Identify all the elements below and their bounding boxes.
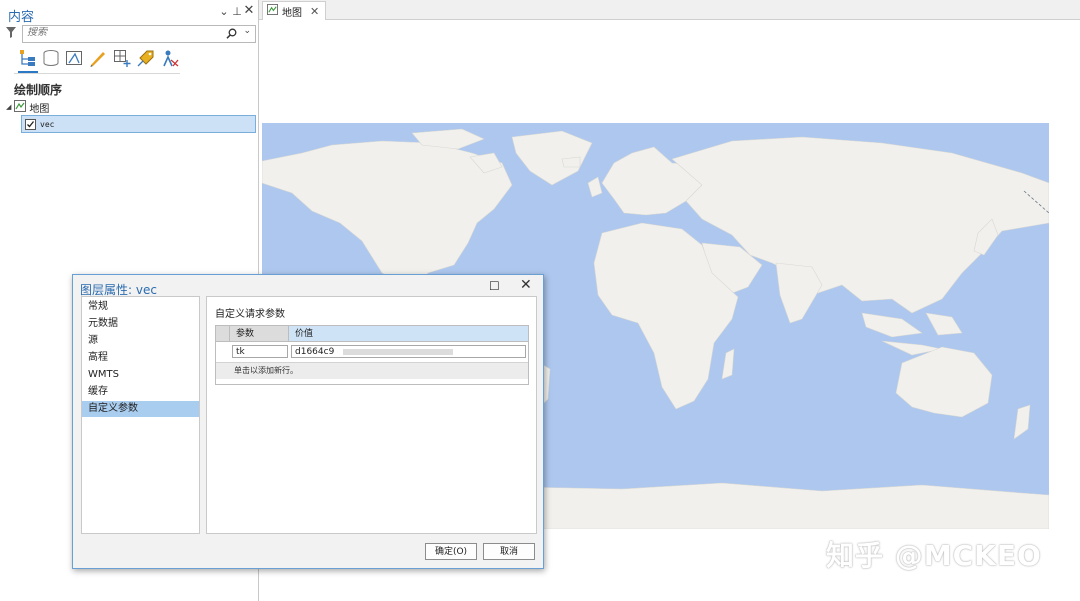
filter-icon[interactable]	[6, 27, 16, 41]
param-name-cell[interactable]: tk	[232, 345, 288, 358]
list-by-labeling-icon[interactable]	[136, 48, 156, 68]
pane-title: 内容	[8, 10, 35, 25]
properties-nav-list: 常规 元数据 源 高程 WMTS 缓存 自定义参数	[81, 296, 200, 534]
watermark: 知乎 @MCKEO	[826, 539, 1042, 572]
nav-item-wmts[interactable]: WMTS	[82, 367, 199, 383]
grid-row-header	[216, 326, 230, 342]
tree-item-layer-vec[interactable]: vec	[21, 115, 256, 133]
search-options-chevron-icon[interactable]: ⌄	[243, 26, 251, 36]
grid-header-parameter[interactable]: 参数	[230, 326, 289, 342]
cancel-button[interactable]: 取消	[483, 543, 535, 560]
collapse-triangle-icon[interactable]: ◢	[6, 103, 11, 111]
add-row-hint: 单击以添加新行。	[234, 366, 298, 375]
grid-header-value[interactable]: 价值	[289, 326, 528, 342]
tree-item-layer-label: vec	[40, 119, 55, 129]
properties-content-panel: 自定义请求参数 参数 价值 tk d1664c9 单击以添加新行。	[206, 296, 537, 534]
search-icon[interactable]	[226, 26, 237, 42]
tab-map[interactable]: 地图 ✕	[262, 1, 327, 20]
nav-item-metadata[interactable]: 元数据	[82, 316, 199, 332]
param-value-cell[interactable]: d1664c9	[291, 345, 526, 358]
nav-item-source[interactable]: 源	[82, 333, 199, 349]
nav-item-custom-parameters[interactable]: 自定义参数	[82, 401, 199, 417]
active-tool-indicator	[18, 71, 38, 73]
checkmark-icon	[27, 120, 35, 127]
list-by-drawing-order-icon[interactable]	[18, 48, 38, 68]
search-box[interactable]: ⌄	[22, 25, 256, 43]
ok-button[interactable]: 确定(O)	[425, 543, 477, 560]
nav-item-elevation[interactable]: 高程	[82, 350, 199, 366]
layer-visibility-checkbox[interactable]	[25, 118, 36, 130]
parameters-grid: 参数 价值 tk d1664c9 单击以添加新行。	[215, 325, 529, 385]
nav-item-cache[interactable]: 缓存	[82, 384, 199, 400]
toolbar-divider	[14, 73, 180, 74]
search-input[interactable]	[27, 27, 217, 38]
custom-request-parameters-heading: 自定义请求参数	[215, 309, 285, 320]
dialog-close-icon[interactable]: ✕	[520, 277, 532, 293]
map-icon	[14, 99, 27, 115]
redacted-value-blur	[343, 348, 454, 355]
tab-close-icon[interactable]: ✕	[310, 5, 319, 18]
list-by-snapping-icon[interactable]	[112, 48, 132, 68]
maximize-icon[interactable]: ☐	[489, 279, 500, 293]
tree-item-map-label: 地图	[29, 103, 50, 115]
list-by-data-source-icon[interactable]	[41, 48, 61, 68]
param-value-text: d1664c9	[295, 347, 335, 357]
list-by-selection-icon[interactable]	[64, 48, 84, 68]
pane-options-chevron-icon[interactable]: ⌄	[218, 5, 230, 18]
view-tab-bar	[259, 0, 1080, 20]
list-by-editing-icon[interactable]	[88, 48, 108, 68]
layer-properties-dialog: 图层属性: vec ☐ ✕ 常规 元数据 源 高程 WMTS 缓存 自定义参数 …	[72, 274, 544, 569]
list-by-perspective-icon[interactable]	[160, 48, 180, 68]
pane-close-icon[interactable]: ✕	[243, 3, 255, 18]
tree-item-map[interactable]: ◢ 地图	[6, 99, 50, 115]
map-tab-icon	[267, 4, 278, 18]
drawing-order-heading: 绘制顺序	[14, 83, 63, 97]
add-row-bar[interactable]: 单击以添加新行。	[216, 362, 528, 379]
nav-item-general[interactable]: 常规	[82, 299, 199, 315]
tab-map-label: 地图	[282, 7, 302, 19]
pane-pin-icon[interactable]: ⊥	[231, 5, 243, 18]
